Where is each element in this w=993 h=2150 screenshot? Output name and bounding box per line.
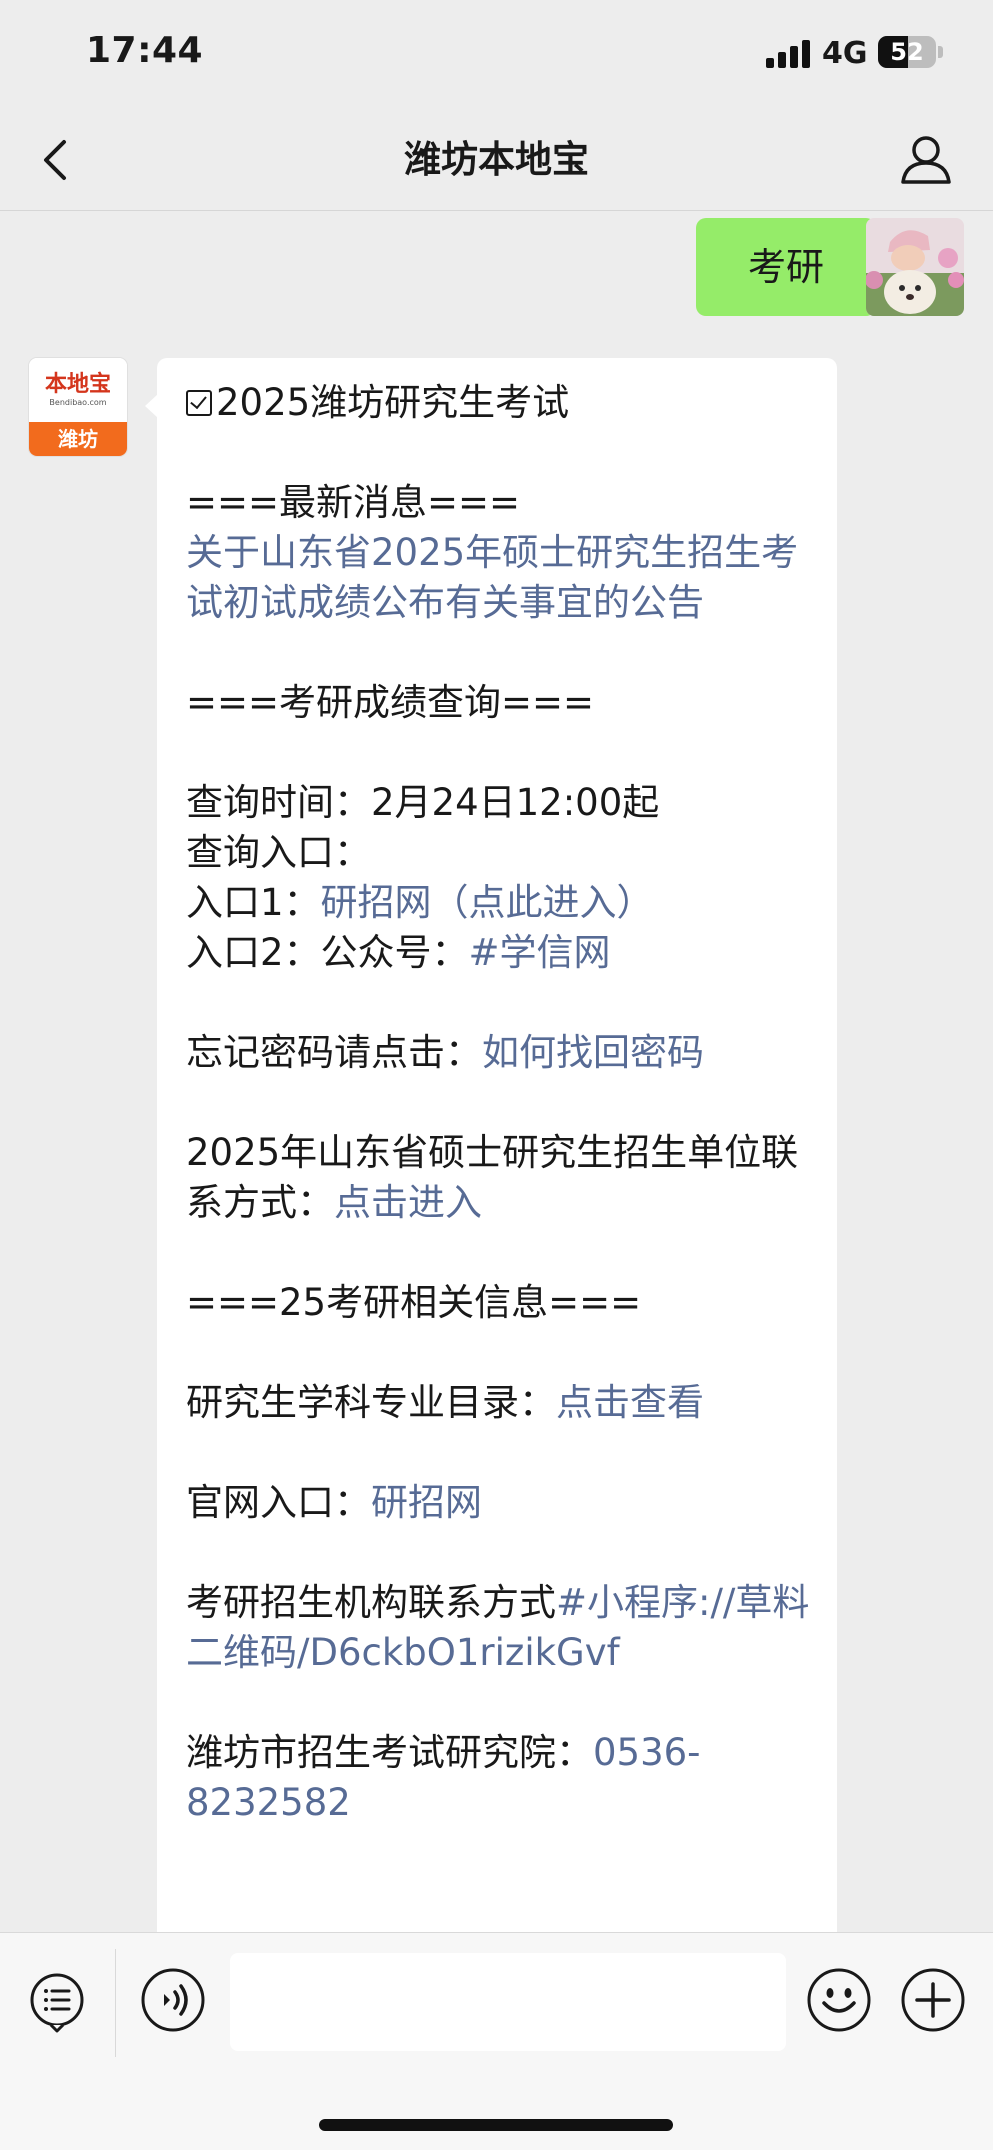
battery-level: 52 bbox=[890, 38, 924, 66]
voice-input-button[interactable] bbox=[140, 1967, 206, 2033]
back-button[interactable] bbox=[30, 132, 86, 188]
query-time: 查询时间：2月24日12:00起 bbox=[186, 781, 660, 824]
service-menu-button[interactable] bbox=[26, 1971, 88, 2033]
clock: 17:44 bbox=[86, 30, 204, 71]
catalog-label: 研究生学科专业目录： bbox=[186, 1381, 556, 1424]
forgot-password-line: 忘记密码请点击：如何找回密码 bbox=[186, 1028, 816, 1078]
emoji-button[interactable] bbox=[806, 1967, 872, 2033]
institute-label: 潍坊市招生考试研究院： bbox=[186, 1731, 593, 1774]
official-site-line: 官网入口：研招网 bbox=[186, 1478, 816, 1528]
chat-title: 潍坊本地宝 bbox=[404, 138, 589, 181]
official-site-label: 官网入口： bbox=[186, 1481, 371, 1524]
voice-icon bbox=[141, 1968, 205, 2032]
contact-label: 2025年山东省硕士研究生招生单位联系方式： bbox=[186, 1131, 799, 1224]
bubble-tail bbox=[145, 394, 158, 418]
checkbox-icon bbox=[186, 390, 212, 416]
network-type: 4G bbox=[822, 36, 868, 71]
bot-avatar[interactable]: 本地宝 Bendibao.com 潍坊 bbox=[29, 358, 127, 456]
outgoing-message[interactable]: 考研 bbox=[696, 218, 888, 316]
message-input[interactable] bbox=[230, 1953, 786, 2051]
battery-cap bbox=[938, 46, 943, 58]
incoming-message[interactable]: 2025潍坊研究生考试 ===最新消息=== 关于山东省2025年硕士研究生招生… bbox=[145, 358, 837, 1958]
message-body: 2025潍坊研究生考试 ===最新消息=== 关于山东省2025年硕士研究生招生… bbox=[186, 378, 816, 1878]
entry2-label: 入口2：公众号： bbox=[186, 931, 469, 974]
score-query-header: ===考研成绩查询=== bbox=[186, 681, 595, 724]
person-icon bbox=[901, 136, 951, 184]
avatar-brand-sub: Bendibao.com bbox=[49, 398, 107, 407]
message-title-line: 2025潍坊研究生考试 bbox=[186, 378, 816, 428]
institute-line: 潍坊市招生考试研究院：0536-8232582 bbox=[186, 1728, 816, 1828]
status-bar: 17:44 4G 52 bbox=[0, 0, 993, 110]
avatar-brand: 本地宝 bbox=[44, 372, 111, 397]
outgoing-message-text: 考研 bbox=[747, 245, 824, 289]
chat-info-button[interactable] bbox=[896, 130, 956, 190]
signal-icon bbox=[766, 38, 810, 68]
catalog-link[interactable]: 点击查看 bbox=[556, 1381, 704, 1424]
plus-icon bbox=[901, 1968, 965, 2032]
latest-news-header: ===最新消息=== bbox=[186, 481, 521, 524]
avatar-logo: 本地宝 Bendibao.com bbox=[29, 358, 127, 422]
forgot-password-link[interactable]: 如何找回密码 bbox=[482, 1031, 704, 1074]
contact-link[interactable]: 点击进入 bbox=[334, 1181, 482, 1224]
message-title: 2025潍坊研究生考试 bbox=[216, 381, 570, 424]
query-entry-label: 查询入口： bbox=[186, 831, 371, 874]
avatar-city: 潍坊 bbox=[29, 422, 127, 456]
contact-line: 2025年山东省硕士研究生招生单位联系方式：点击进入 bbox=[186, 1128, 816, 1228]
score-query-section: 查询时间：2月24日12:00起 查询入口： 入口1：研招网（点此进入） 入口2… bbox=[186, 778, 816, 978]
battery-icon: 52 bbox=[878, 36, 936, 68]
official-site-link[interactable]: 研招网 bbox=[371, 1481, 482, 1524]
org-contact-line: 考研招生机构联系方式#小程序://草料二维码/D6ckbO1rizikGvf bbox=[186, 1578, 816, 1678]
smile-icon bbox=[807, 1968, 871, 2032]
nav-bar: 潍坊本地宝 bbox=[0, 110, 993, 211]
input-bar bbox=[0, 1932, 993, 2150]
catalog-line: 研究生学科专业目录：点击查看 bbox=[186, 1378, 816, 1428]
org-contact-label: 考研招生机构联系方式 bbox=[186, 1581, 556, 1624]
entry1-link[interactable]: 研招网（点此进入） bbox=[321, 881, 654, 924]
entry2-link[interactable]: #学信网 bbox=[469, 931, 611, 974]
latest-news-section: ===最新消息=== 关于山东省2025年硕士研究生招生考试初试成绩公布有关事宜… bbox=[186, 478, 816, 628]
user-avatar[interactable] bbox=[866, 218, 964, 316]
related-info-header: ===25考研相关信息=== bbox=[186, 1281, 642, 1324]
latest-news-link[interactable]: 关于山东省2025年硕士研究生招生考试初试成绩公布有关事宜的公告 bbox=[186, 531, 798, 624]
forgot-password-label: 忘记密码请点击： bbox=[186, 1031, 482, 1074]
home-indicator[interactable] bbox=[319, 2119, 673, 2131]
input-bar-divider bbox=[115, 1949, 116, 2057]
entry1-label: 入口1： bbox=[186, 881, 321, 924]
user-avatar-image bbox=[866, 218, 964, 316]
list-menu-icon bbox=[30, 1973, 84, 2033]
chevron-left-icon bbox=[44, 140, 66, 180]
more-functions-button[interactable] bbox=[900, 1967, 966, 2033]
